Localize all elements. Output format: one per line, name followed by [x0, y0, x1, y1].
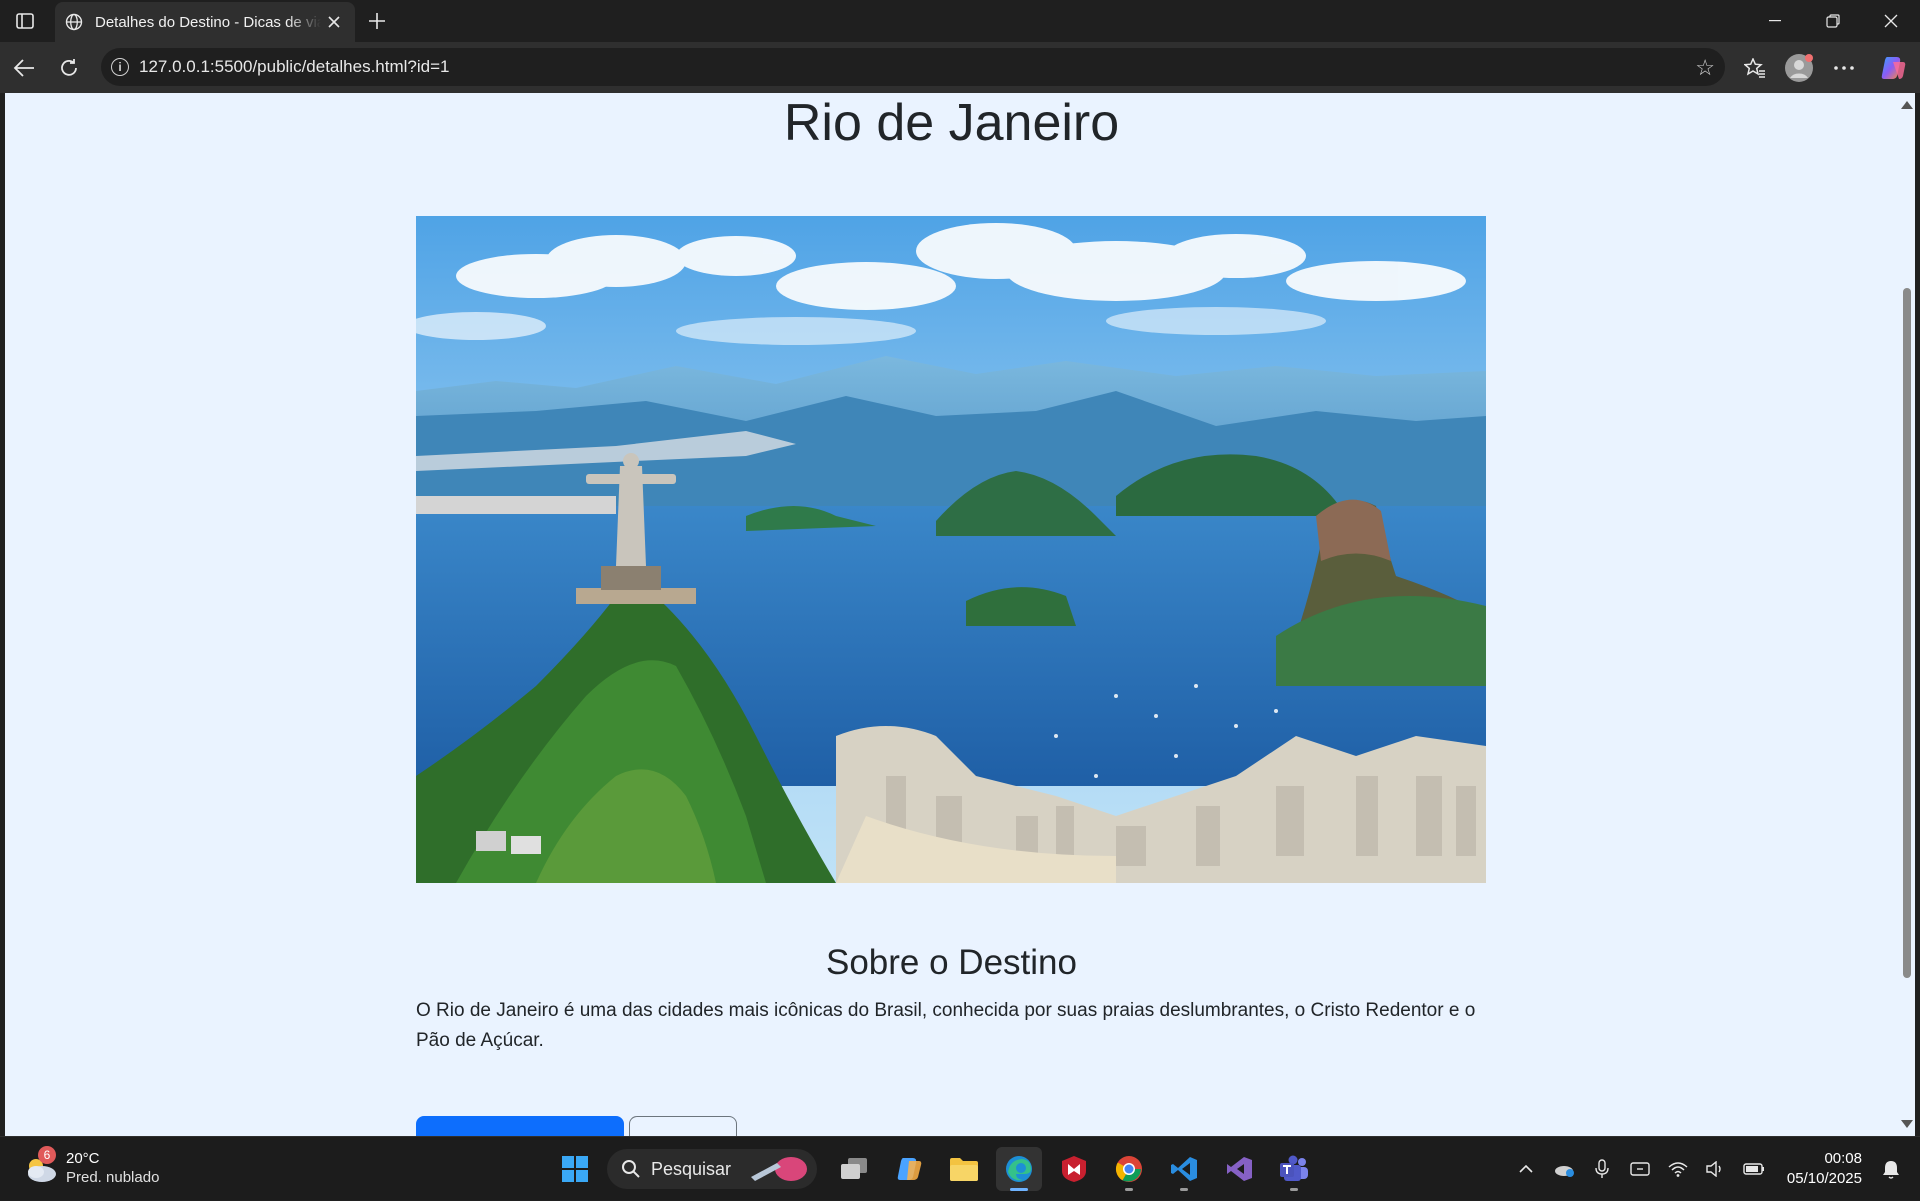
weather-cloud-icon: 6	[22, 1146, 58, 1186]
chevron-up-icon[interactable]	[1511, 1154, 1541, 1184]
edge-browser-icon[interactable]	[996, 1147, 1042, 1191]
search-placeholder: Pesquisar	[651, 1158, 732, 1179]
favorite-star-icon[interactable]: ☆	[1695, 55, 1715, 81]
site-info-icon[interactable]: i	[111, 58, 129, 76]
weather-description: Pred. nublado	[66, 1169, 160, 1186]
copilot-icon[interactable]	[1876, 51, 1910, 85]
new-tab-icon[interactable]	[362, 6, 392, 36]
chrome-icon[interactable]	[1106, 1147, 1152, 1191]
clock-time: 00:08	[1824, 1150, 1862, 1167]
url-text[interactable]: 127.0.0.1:5500/public/detalhes.html?id=1	[139, 57, 449, 77]
system-tray: 00:08 05/10/2025	[1511, 1137, 1920, 1201]
title-bar: Detalhes do Destino - Dicas de viagem	[0, 0, 1920, 42]
file-explorer-icon[interactable]	[941, 1147, 987, 1191]
teams-icon[interactable]	[1271, 1147, 1317, 1191]
section-title: Sobre o Destino	[826, 943, 1077, 982]
copilot-app-icon[interactable]	[886, 1147, 932, 1191]
clock[interactable]: 00:08 05/10/2025	[1787, 1149, 1862, 1189]
restore-icon[interactable]	[1804, 0, 1862, 42]
secondary-action-button[interactable]	[629, 1116, 737, 1136]
weather-widget[interactable]: 6 20°C Pred. nublado	[22, 1146, 160, 1187]
address-bar[interactable]: i 127.0.0.1:5500/public/detalhes.html?id…	[101, 48, 1725, 86]
weather-alert-badge: 6	[38, 1146, 56, 1164]
favorites-icon[interactable]	[1738, 51, 1772, 85]
weather-temperature: 20°C	[66, 1150, 100, 1167]
taskbar-search[interactable]: Pesquisar	[607, 1149, 817, 1189]
destination-description: O Rio de Janeiro é uma das cidades mais …	[416, 1000, 1476, 1051]
page-viewport: Rio de Janeiro Sobre o Destino O Rio de …	[5, 93, 1898, 1136]
profile-avatar[interactable]	[1782, 51, 1816, 85]
globe-icon	[65, 13, 83, 31]
taskbar: 6 20°C Pred. nublado Pesquisar 00:08 05/…	[0, 1136, 1920, 1200]
scroll-down-arrow-icon[interactable]	[1901, 1120, 1913, 1128]
visual-studio-icon[interactable]	[1216, 1147, 1262, 1191]
minimize-icon[interactable]	[1746, 0, 1804, 42]
page-title: Rio de Janeiro	[783, 94, 1120, 152]
battery-icon[interactable]	[1739, 1154, 1769, 1184]
page-scrollbar[interactable]	[1898, 93, 1915, 1136]
volume-icon[interactable]	[1701, 1154, 1731, 1184]
wifi-icon[interactable]	[1663, 1154, 1693, 1184]
clock-date: 05/10/2025	[1786, 1170, 1862, 1187]
back-arrow-icon[interactable]	[7, 51, 41, 85]
search-highlight-icon	[751, 1157, 807, 1181]
vscode-icon[interactable]	[1161, 1147, 1207, 1191]
windows-start-icon[interactable]	[552, 1147, 598, 1191]
onedrive-icon[interactable]	[1549, 1154, 1579, 1184]
scroll-thumb[interactable]	[1903, 288, 1911, 978]
close-window-icon[interactable]	[1862, 0, 1920, 42]
primary-action-button[interactable]	[416, 1116, 624, 1136]
more-options-icon[interactable]	[1827, 51, 1861, 85]
close-tab-icon[interactable]	[323, 11, 345, 33]
task-view-icon[interactable]	[831, 1147, 877, 1191]
refresh-icon[interactable]	[52, 51, 86, 85]
scroll-up-arrow-icon[interactable]	[1901, 101, 1913, 109]
browser-toolbar: i 127.0.0.1:5500/public/detalhes.html?id…	[0, 42, 1920, 93]
mcafee-icon[interactable]	[1051, 1147, 1097, 1191]
active-tab[interactable]: Detalhes do Destino - Dicas de viagem	[55, 2, 355, 42]
tab-actions-icon[interactable]	[10, 7, 40, 35]
microphone-icon[interactable]	[1587, 1154, 1617, 1184]
notification-bell-icon[interactable]	[1876, 1154, 1906, 1184]
phone-link-icon[interactable]	[1625, 1154, 1655, 1184]
tab-title: Detalhes do Destino - Dicas de viagem	[95, 13, 321, 31]
search-icon	[622, 1160, 640, 1178]
destination-image	[416, 216, 1486, 883]
